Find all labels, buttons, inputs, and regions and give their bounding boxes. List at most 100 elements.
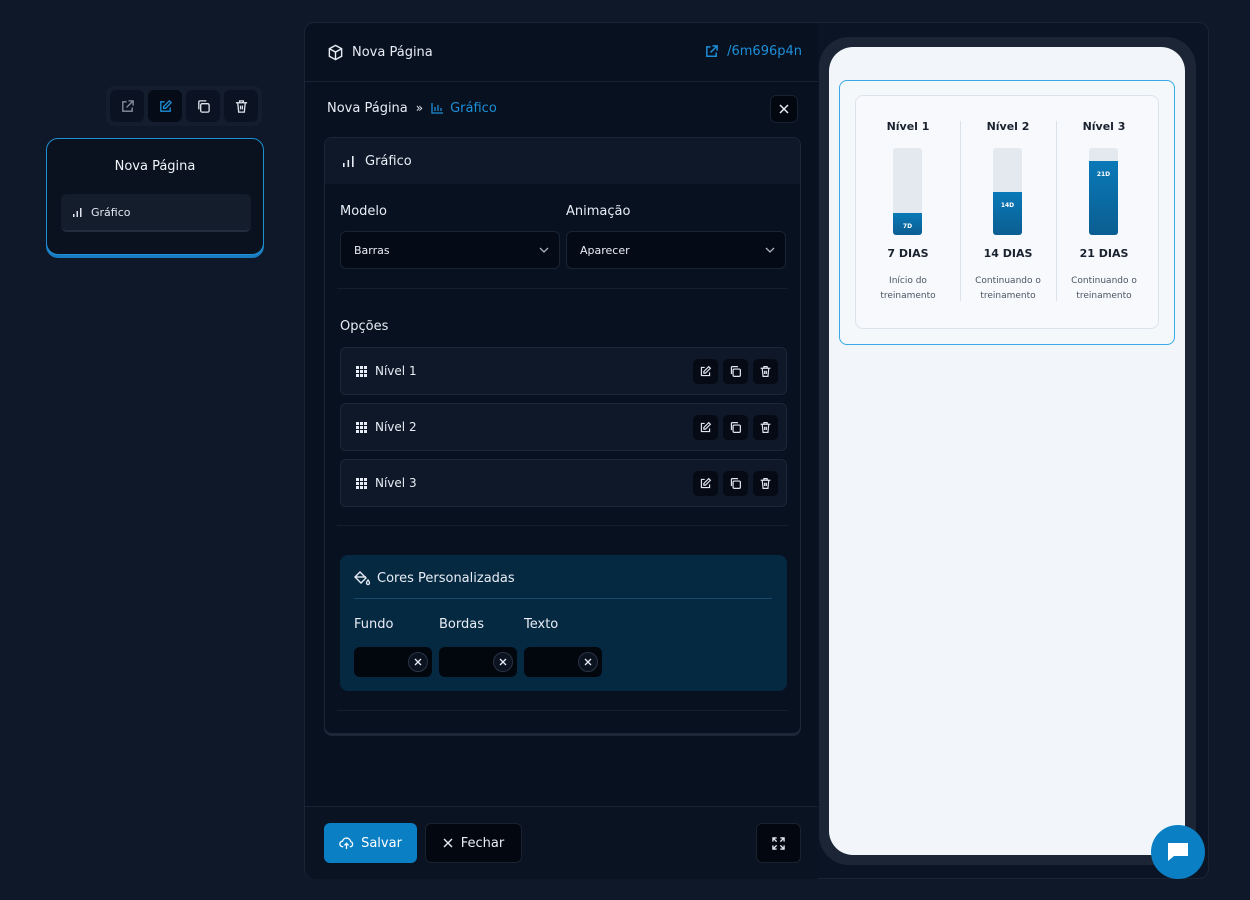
custom-colors-box: Cores Personalizadas Fundo Bordas Texto bbox=[340, 555, 787, 691]
text-color-picker[interactable] bbox=[524, 647, 602, 677]
custom-colors-title: Cores Personalizadas bbox=[377, 570, 515, 586]
column-days: 21 DIAS bbox=[1079, 247, 1129, 260]
drag-grid-icon[interactable] bbox=[356, 421, 367, 433]
section-header: Gráfico bbox=[325, 138, 800, 184]
open-link-button[interactable] bbox=[110, 90, 144, 122]
option-label: Nível 1 bbox=[375, 364, 417, 378]
node-title: Nova Página bbox=[114, 159, 196, 174]
chart-section: Gráfico Modelo Animação Barras Aparecer … bbox=[324, 137, 801, 734]
delete-node-button[interactable] bbox=[224, 90, 258, 122]
animation-select[interactable]: Aparecer bbox=[566, 231, 786, 269]
column-title: Nível 1 bbox=[886, 120, 930, 133]
external-link-icon bbox=[704, 44, 719, 59]
copy-node-button[interactable] bbox=[186, 90, 220, 122]
node-item-chart[interactable]: Gráfico bbox=[61, 194, 251, 232]
drag-grid-icon[interactable] bbox=[356, 365, 367, 377]
edit-icon bbox=[699, 477, 712, 490]
edit-icon bbox=[699, 365, 712, 378]
option-row-level-2[interactable]: Nível 2 bbox=[340, 403, 787, 451]
save-button[interactable]: Salvar bbox=[324, 823, 417, 863]
options-label: Opções bbox=[340, 319, 389, 334]
column-title: Nível 3 bbox=[1082, 120, 1126, 133]
bar-track: 7D bbox=[893, 148, 922, 235]
edit-option-button[interactable] bbox=[693, 471, 718, 496]
trash-icon bbox=[759, 421, 772, 434]
edit-icon bbox=[699, 421, 712, 434]
column-description: Continuando o treinamento bbox=[975, 276, 1041, 301]
close-icon bbox=[584, 658, 592, 666]
node-toolbar bbox=[106, 86, 262, 126]
page-node-card[interactable]: Nova Página Gráfico bbox=[46, 138, 264, 255]
close-icon bbox=[414, 658, 422, 666]
copy-option-button[interactable] bbox=[723, 359, 748, 384]
bar-label: 7D bbox=[902, 223, 913, 231]
bar-label: 21D bbox=[1096, 171, 1111, 179]
node-item-label: Gráfico bbox=[91, 205, 131, 219]
column-title: Nível 2 bbox=[986, 120, 1030, 133]
option-row-level-1[interactable]: Nível 1 bbox=[340, 347, 787, 395]
column-days: 14 DIAS bbox=[983, 247, 1033, 260]
preview-screen: Nível 1 7D 7 DIAS Início do treinamento … bbox=[829, 47, 1185, 855]
chart-column: Nível 3 21D 21 DIAS Continuando o treina… bbox=[1056, 96, 1152, 328]
model-select[interactable]: Barras bbox=[340, 231, 560, 269]
option-actions bbox=[693, 415, 778, 440]
editor-panel: Nova Página /6m696p4n Nova Página » Gráf… bbox=[304, 22, 1209, 879]
chart-preview-card: Nível 1 7D 7 DIAS Início do treinamento … bbox=[855, 95, 1159, 329]
divider bbox=[337, 525, 788, 526]
expand-icon bbox=[772, 836, 785, 850]
page-url: /6m696p4n bbox=[727, 44, 802, 59]
copy-icon bbox=[196, 99, 211, 114]
border-color-picker[interactable] bbox=[439, 647, 517, 677]
background-color-picker[interactable] bbox=[354, 647, 432, 677]
trash-icon bbox=[234, 99, 249, 114]
copy-option-button[interactable] bbox=[723, 415, 748, 440]
edit-option-button[interactable] bbox=[693, 359, 718, 384]
editor-header: Nova Página /6m696p4n bbox=[305, 23, 818, 82]
breadcrumb: Nova Página » Gráfico bbox=[327, 99, 497, 117]
chevron-down-icon bbox=[765, 247, 775, 253]
breadcrumb-separator: » bbox=[415, 101, 424, 115]
copy-option-button[interactable] bbox=[723, 471, 748, 496]
option-label: Nível 3 bbox=[375, 476, 417, 490]
editor-footer: Salvar Fechar bbox=[305, 806, 818, 879]
model-label: Modelo bbox=[340, 204, 387, 219]
chat-button[interactable] bbox=[1151, 825, 1205, 879]
trash-icon bbox=[759, 365, 772, 378]
delete-option-button[interactable] bbox=[753, 415, 778, 440]
save-label: Salvar bbox=[361, 835, 402, 851]
divider bbox=[337, 288, 788, 289]
edit-option-button[interactable] bbox=[693, 415, 718, 440]
clear-color-button[interactable] bbox=[408, 652, 428, 672]
section-title: Gráfico bbox=[365, 153, 412, 169]
clear-color-button[interactable] bbox=[578, 652, 598, 672]
chevron-down-icon bbox=[539, 247, 549, 253]
fullscreen-button[interactable] bbox=[756, 823, 801, 863]
breadcrumb-parent[interactable]: Nova Página bbox=[327, 101, 408, 116]
divider bbox=[354, 598, 772, 599]
page-url-link[interactable]: /6m696p4n bbox=[704, 44, 802, 59]
edit-node-button[interactable] bbox=[148, 90, 182, 122]
background-color-label: Fundo bbox=[354, 617, 394, 632]
column-description: Continuando o treinamento bbox=[1071, 276, 1137, 301]
breadcrumb-current: Gráfico bbox=[431, 101, 497, 116]
chart-preview-selection[interactable]: Nível 1 7D 7 DIAS Início do treinamento … bbox=[839, 80, 1175, 345]
open-icon bbox=[120, 99, 135, 114]
delete-option-button[interactable] bbox=[753, 471, 778, 496]
bar-label: 14D bbox=[1000, 201, 1015, 209]
option-actions bbox=[693, 359, 778, 384]
copy-icon bbox=[729, 421, 742, 434]
page-title: Nova Página bbox=[352, 44, 433, 60]
option-row-level-3[interactable]: Nível 3 bbox=[340, 459, 787, 507]
bar-track: 21D bbox=[1089, 148, 1118, 235]
text-color-label: Texto bbox=[524, 617, 559, 632]
clear-color-button[interactable] bbox=[493, 652, 513, 672]
drag-grid-icon[interactable] bbox=[356, 477, 367, 489]
close-icon bbox=[499, 658, 507, 666]
close-button[interactable]: Fechar bbox=[425, 823, 522, 863]
close-editor-button[interactable] bbox=[770, 95, 798, 123]
copy-icon bbox=[729, 365, 742, 378]
delete-option-button[interactable] bbox=[753, 359, 778, 384]
column-description: Início do treinamento bbox=[880, 276, 936, 301]
editor-form: Nova Página /6m696p4n Nova Página » Gráf… bbox=[305, 23, 818, 879]
bar-fill: 14D bbox=[993, 191, 1022, 235]
